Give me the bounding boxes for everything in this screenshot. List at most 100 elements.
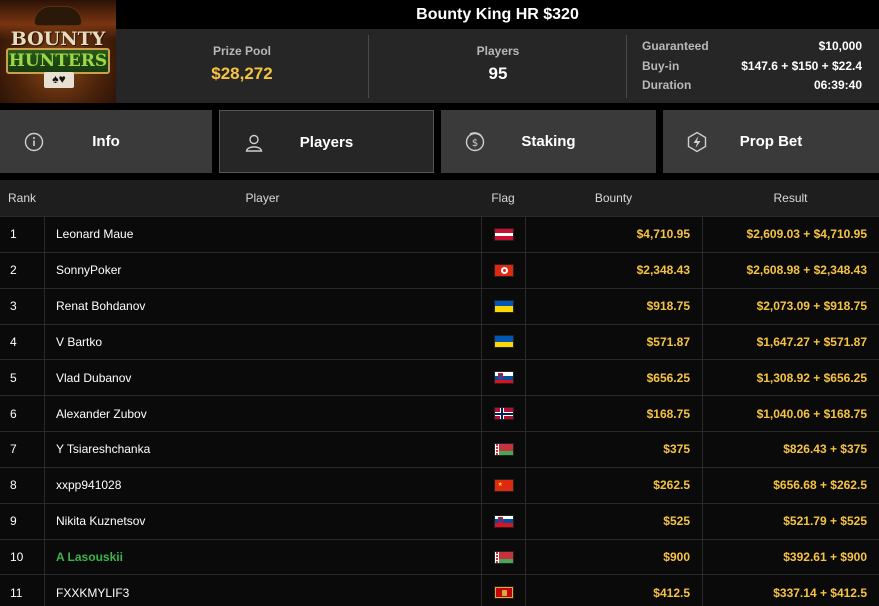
column-header-flag[interactable]: Flag (481, 180, 525, 216)
rank-cell: 1 (10, 227, 17, 242)
detail-value: $10,000 (818, 39, 862, 53)
tab-bar: Info Players $ Staking Prop Bet (0, 103, 879, 180)
detail-key: Duration (642, 78, 692, 92)
result-cell: $337.14 + $412.5 (702, 575, 879, 606)
players-table: Rank Player Flag Bounty Result 1 Leonard … (0, 180, 879, 606)
result-cell: $656.68 + $262.5 (702, 467, 879, 503)
rank-cell: 8 (10, 478, 17, 493)
result-cell: $1,040.06 + $168.75 (702, 396, 879, 432)
hong-kong-flag-icon (493, 263, 514, 277)
bounty-cell: $412.5 (525, 575, 702, 606)
prize-pool-stat: Prize Pool $28,272 (116, 29, 368, 103)
result-cell: $1,647.27 + $571.87 (702, 324, 879, 360)
players-label: Players (476, 44, 520, 58)
logo-cards-icon: ♠♥ (44, 72, 74, 88)
detail-key: Guaranteed (642, 39, 709, 53)
result-cell: $392.61 + $900 (702, 539, 879, 575)
flag-cell (481, 360, 525, 396)
tournament-title: Bounty King HR $320 (416, 6, 579, 23)
cowboy-hat-icon (34, 6, 82, 26)
header: BOUNTY HUNTERS ♠♥ Bounty King HR $320 Pr… (0, 0, 879, 103)
logo-text-top: BOUNTY (10, 28, 106, 50)
detail-row-guaranteed: Guaranteed $10,000 (642, 37, 862, 57)
belarus-flag-icon (493, 442, 514, 456)
table-row[interactable]: 10 A Lasouskii $900 $392.61 + $900 (0, 538, 879, 575)
detail-row-buyin: Buy-in $147.6 + $150 + $22.4 (642, 57, 862, 77)
table-row[interactable]: 5 Vlad Dubanov $656.25 $1,308.92 + $656.25 (0, 359, 879, 396)
tab-prop-bet[interactable]: Prop Bet (663, 110, 879, 173)
tab-info-label: Info (92, 133, 120, 150)
bounty-cell: $168.75 (525, 396, 702, 432)
player-name[interactable]: Alexander Zubov (44, 396, 481, 432)
slovenia-flag-icon (493, 514, 514, 528)
table-row[interactable]: 3 Renat Bohdanov $918.75 $2,073.09 + $918.7… (0, 287, 879, 324)
flag-cell (481, 217, 525, 252)
tournament-details: Guaranteed $10,000 Buy-in $147.6 + $150 … (642, 37, 862, 96)
tab-info[interactable]: Info (0, 110, 212, 173)
player-name[interactable]: xxpp941028 (44, 467, 481, 503)
player-name[interactable]: V Bartko (44, 324, 481, 360)
player-name[interactable]: SonnyPoker (44, 252, 481, 288)
belarus-flag-icon (493, 550, 514, 564)
result-cell: $2,608.98 + $2,348.43 (702, 252, 879, 288)
table-row[interactable]: 6 Alexander Zubov $168.75 $1,040.06 + $168.… (0, 395, 879, 432)
bounty-hunters-logo: BOUNTY HUNTERS ♠♥ (0, 0, 116, 103)
player-name[interactable]: FXXKMYLIF3 (44, 575, 481, 606)
flag-cell (481, 432, 525, 467)
divider (626, 35, 627, 98)
bounty-cell: $375 (525, 432, 702, 467)
table-row[interactable]: 8 xxpp941028 ★ $262.5 $656.68 + $262.5 (0, 466, 879, 503)
detail-row-duration: Duration 06:39:40 (642, 76, 862, 96)
tab-players[interactable]: Players (219, 110, 434, 173)
table-row[interactable]: 1 Leonard Maue $4,710.95 $2,609.03 + $4,710… (0, 216, 879, 252)
column-header-player[interactable]: Player (44, 180, 481, 216)
detail-value: $147.6 + $150 + $22.4 (741, 58, 862, 73)
result-cell: $521.79 + $525 (702, 503, 879, 539)
column-header-bounty[interactable]: Bounty (525, 180, 702, 216)
tab-prop-bet-label: Prop Bet (739, 133, 803, 150)
stats-panel: Prize Pool $28,272 Players 95 Guaranteed… (116, 29, 879, 103)
flag-cell (481, 539, 525, 575)
bounty-cell: $656.25 (525, 360, 702, 396)
flag-cell (481, 575, 525, 606)
player-name[interactable]: Nikita Kuznetsov (44, 503, 481, 539)
tab-staking-label: Staking (521, 133, 576, 150)
table-row[interactable]: 11 FXXKMYLIF3 $412.5 $337.14 + $412.5 (0, 574, 879, 606)
rank-cell: 9 (10, 514, 17, 529)
rank-cell: 6 (10, 406, 17, 421)
table-row[interactable]: 4 V Bartko $571.87 $1,647.27 + $571.87 (0, 323, 879, 360)
rank-cell: 5 (10, 370, 17, 385)
montenegro-flag-icon (493, 586, 514, 600)
column-header-rank[interactable]: Rank (0, 180, 44, 216)
china-flag-icon: ★ (493, 478, 514, 492)
player-name[interactable]: Y Tsiareshchanka (44, 432, 481, 467)
flag-cell (481, 396, 525, 432)
logo-text-bottom: HUNTERS (6, 48, 110, 74)
player-name[interactable]: Leonard Maue (44, 217, 481, 252)
player-name[interactable]: Vlad Dubanov (44, 360, 481, 396)
detail-value: 06:39:40 (813, 78, 862, 92)
prize-pool-value: $28,272 (211, 64, 273, 83)
bounty-cell: $525 (525, 503, 702, 539)
result-cell: $2,073.09 + $918.75 (702, 288, 879, 324)
player-name[interactable]: A Lasouskii (44, 539, 481, 575)
bounty-cell: $571.87 (525, 324, 702, 360)
bounty-cell: $4,710.95 (525, 217, 702, 252)
flag-cell (481, 324, 525, 360)
column-header-result[interactable]: Result (702, 180, 879, 216)
result-cell: $1,308.92 + $656.25 (702, 360, 879, 396)
bounty-cell: $262.5 (525, 467, 702, 503)
table-row[interactable]: 7 Y Tsiareshchanka $375 $826.43 + $375 (0, 431, 879, 467)
table-body: 1 Leonard Maue $4,710.95 $2,609.03 + $4,710… (0, 216, 879, 606)
tab-staking[interactable]: $ Staking (441, 110, 656, 173)
table-row[interactable]: 9 Nikita Kuznetsov $525 $521.79 + $525 (0, 502, 879, 539)
rank-cell: 10 (10, 550, 24, 565)
table-row[interactable]: 2 SonnyPoker $2,348.43 $2,608.98 + $2,348.4… (0, 251, 879, 288)
rank-cell: 11 (10, 585, 23, 600)
ukraine-flag-icon (493, 299, 514, 313)
norway-flag-icon (493, 407, 514, 421)
player-name[interactable]: Renat Bohdanov (44, 288, 481, 324)
rank-cell: 4 (10, 334, 17, 349)
flag-cell (481, 288, 525, 324)
bounty-cell: $900 (525, 539, 702, 575)
